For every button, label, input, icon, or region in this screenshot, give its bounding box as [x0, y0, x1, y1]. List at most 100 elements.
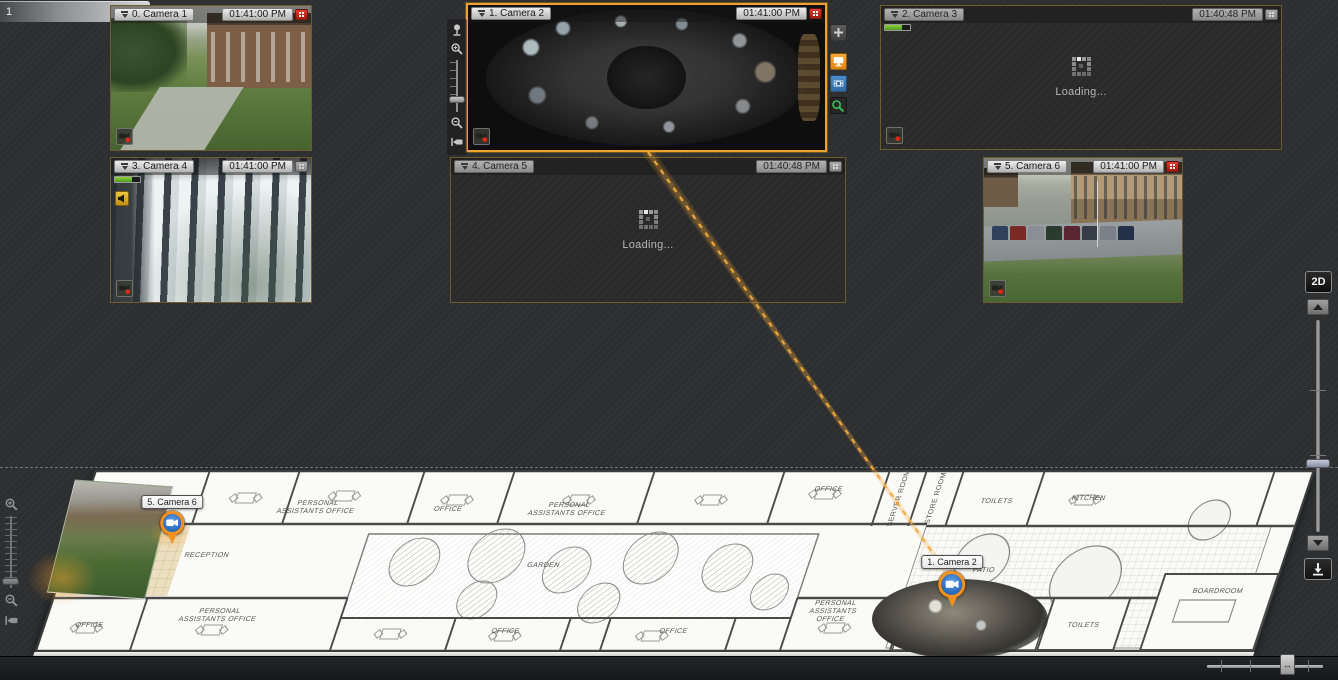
lamp-post-shape: [1097, 181, 1099, 247]
camera4-timestamp: 01:41:00 PM: [222, 160, 293, 173]
menu-caret-icon: [478, 10, 485, 17]
camera-title: 3. Camera 4: [132, 161, 187, 173]
loading-text: Loading...: [1055, 86, 1106, 98]
camera5-video-loading[interactable]: Loading...: [451, 158, 845, 302]
square-spinner-icon: [1072, 57, 1091, 76]
camera3-timestamp: 01:40:48 PM: [1192, 8, 1263, 21]
camera6-video[interactable]: [984, 158, 1182, 302]
camera-indicator-icon[interactable]: [116, 280, 133, 297]
camera6-timestamp: 01:41:00 PM: [1093, 160, 1164, 173]
camera-indicator-icon[interactable]: [473, 128, 490, 145]
room-label: GARDEN: [526, 562, 561, 570]
room-label: PERSONAL ASSISTANTS OFFICE: [524, 502, 611, 518]
camera6-title-button[interactable]: 5. Camera 6: [987, 160, 1067, 173]
camera-title: 2. Camera 3: [902, 9, 957, 21]
camera5-time-group: 01:40:48 PM: [756, 160, 842, 173]
marker-label[interactable]: 5. Camera 6: [141, 495, 203, 509]
floor-plan-map[interactable]: OFFICE PERSONAL ASSISTANTS OFFICE OFFICE…: [34, 470, 1315, 652]
room-label: OFFICE: [432, 506, 463, 514]
camera4-title-button[interactable]: 3. Camera 4: [114, 160, 194, 173]
wall-shadow-shape: [111, 158, 311, 302]
add-button[interactable]: [830, 24, 847, 41]
fisheye-center-shape: [607, 46, 686, 110]
camera-tile-3[interactable]: Loading... 2. Camera 3 01:40:48 PM: [880, 5, 1282, 150]
room-label: OFFICE: [74, 622, 105, 630]
magnifier-minus-icon[interactable]: [3, 592, 19, 608]
camera4-time-group: 01:41:00 PM: [222, 160, 308, 173]
smart-search-button magnifier-icon[interactable]: [830, 97, 847, 114]
playback-button filmstrip-icon[interactable]: [830, 75, 847, 92]
camera5-title-button[interactable]: 4. Camera 5: [454, 160, 534, 173]
camera2-title-button[interactable]: 1. Camera 2: [471, 7, 551, 20]
speaker-icon[interactable]: [115, 191, 129, 206]
floor-plan-drawing: [34, 470, 1315, 652]
joystick-pin-icon[interactable]: [449, 22, 465, 38]
windows-shape: [1074, 176, 1178, 219]
tilt-slider-handle[interactable]: [1306, 459, 1330, 468]
camera-preset-icon[interactable]: [449, 134, 465, 150]
map-zoom-handle[interactable]: [2, 578, 19, 585]
map-pan-slider-handle horizontal-arrows-icon[interactable]: ↔: [1280, 654, 1295, 675]
camera3-title-button[interactable]: 2. Camera 3: [884, 8, 964, 21]
room-label: RECEPTION: [183, 552, 230, 560]
tilt-slider-rail[interactable]: [1316, 320, 1320, 532]
tilt-up-button[interactable]: [1307, 299, 1329, 315]
pan-tick: [1250, 660, 1251, 672]
recording-indicator-icon: [829, 161, 842, 172]
recording-indicator-icon: [1166, 161, 1179, 172]
fit-view-button[interactable]: [1304, 558, 1332, 580]
camera3-time-group: 01:40:48 PM: [1192, 8, 1278, 21]
camera1-video[interactable]: [111, 6, 311, 150]
room-label: BOARDROOM: [1191, 588, 1244, 596]
camera-preset-icon[interactable]: [3, 612, 19, 628]
camera-tile-5[interactable]: Loading... 4. Camera 5 01:40:48 PM: [450, 157, 846, 303]
marker-label[interactable]: 1. Camera 2: [921, 555, 983, 569]
camera2-video[interactable]: [468, 5, 825, 150]
shelf-shape: [798, 34, 819, 121]
slider-rail: [456, 60, 458, 112]
map-marker-camera6[interactable]: 5. Camera 6: [141, 495, 203, 544]
square-spinner-icon: [639, 210, 658, 229]
pan-tick: [1308, 660, 1309, 672]
camera-tile-6[interactable]: 5. Camera 6 01:41:00 PM: [983, 157, 1183, 303]
camera-indicator-icon[interactable]: [886, 127, 903, 144]
menu-caret-icon: [891, 11, 898, 18]
trees-shape: [111, 18, 187, 93]
camera3-titlebar: 2. Camera 3 01:40:48 PM: [881, 6, 1281, 23]
room-label: OFFICE: [490, 628, 521, 636]
camera1-titlebar: 0. Camera 1 01:41:00 PM: [111, 6, 311, 23]
bottom-bar: [0, 656, 1338, 680]
camera3-video-loading[interactable]: Loading...: [881, 6, 1281, 149]
tilt-down-button[interactable]: [1307, 535, 1329, 551]
map-marker-camera2[interactable]: 1. Camera 2: [921, 555, 983, 607]
windows-shape: [211, 32, 307, 82]
camera2-action-toolbar: [828, 24, 848, 114]
magnifier-minus-icon[interactable]: [449, 115, 465, 131]
camera-tile-1[interactable]: 0. Camera 1 01:41:00 PM: [110, 5, 312, 151]
camera-tile-2-selected[interactable]: 1. Camera 2 01:41:00 PM: [466, 3, 827, 152]
zoom-slider[interactable]: [450, 60, 464, 112]
stream-progress-bar: [114, 176, 141, 183]
magnifier-plus-icon[interactable]: [449, 41, 465, 57]
map-pan-slider-rail[interactable]: [1207, 665, 1323, 668]
camera-pin-icon[interactable]: [160, 511, 184, 535]
recording-indicator-icon: [295, 161, 308, 172]
camera1-title-button[interactable]: 0. Camera 1: [114, 8, 194, 21]
map-2d-mode-button[interactable]: 2D: [1305, 271, 1332, 293]
map-zoom-slider[interactable]: [4, 516, 18, 588]
camera-indicator-icon[interactable]: [116, 128, 133, 145]
camera-pin-icon[interactable]: [939, 571, 966, 598]
room-label: TOILETS: [1066, 622, 1101, 630]
view-divider-dashed-line: [0, 467, 1338, 468]
camera-tile-4[interactable]: 3. Camera 4 01:41:00 PM: [110, 157, 312, 303]
menu-caret-icon: [461, 163, 468, 170]
menu-caret-icon: [121, 163, 128, 170]
magnifier-plus-icon[interactable]: [3, 496, 19, 512]
live-view-button monitor-icon[interactable]: [830, 53, 847, 70]
zoom-slider-handle[interactable]: [449, 96, 465, 103]
camera4-video[interactable]: [111, 158, 311, 302]
room-label: KITCHEN: [1070, 495, 1106, 503]
camera-indicator-icon[interactable]: [989, 280, 1006, 297]
camera1-timestamp: 01:41:00 PM: [222, 8, 293, 21]
camera6-titlebar: 5. Camera 6 01:41:00 PM: [984, 158, 1182, 175]
